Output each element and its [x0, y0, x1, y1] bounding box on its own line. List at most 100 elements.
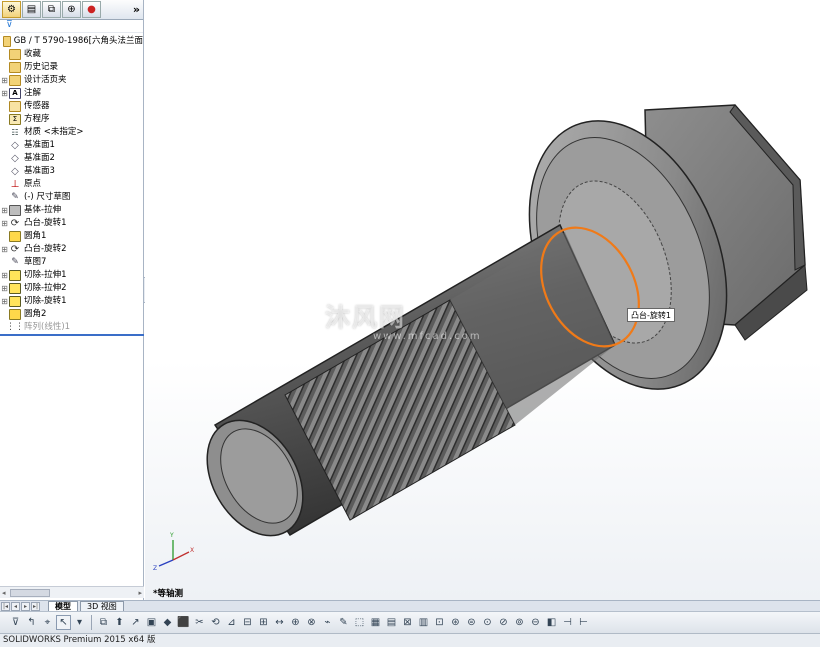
feature-manager-tab[interactable]: ⚙ [2, 1, 21, 18]
tree-filter[interactable]: ⊽ [0, 20, 143, 33]
rollback-bar[interactable] [0, 334, 144, 336]
configuration-manager-tab[interactable]: ⧉ [42, 1, 61, 18]
tree-item[interactable]: ◇ 基准面1 [0, 139, 143, 152]
toolbar-button[interactable]: ▾ [72, 615, 87, 630]
toolbar-button[interactable]: ⊕ [288, 615, 303, 630]
toolbar-button[interactable]: ⊟ [240, 615, 255, 630]
pattern-icon: ⋮⋮ [6, 322, 24, 332]
tree-item[interactable]: ⊞ 切除-拉伸1 [0, 269, 143, 282]
expand-icon[interactable]: ⊞ [0, 87, 9, 100]
toolbar-button[interactable]: ⊘ [496, 615, 511, 630]
tree-item[interactable]: Σ 方程序 [0, 113, 143, 126]
toolbar-button[interactable]: ⟲ [208, 615, 223, 630]
tree-item[interactable]: ⊞ 切除-拉伸2 [0, 282, 143, 295]
scroll-left-icon[interactable]: ◂ [2, 589, 6, 597]
scroll-thumb[interactable] [10, 589, 50, 597]
tree-item[interactable]: ⊥ 原点 [0, 178, 143, 191]
tree-item[interactable]: ◇ 基准面2 [0, 152, 143, 165]
first-tab-icon[interactable]: |◂ [1, 601, 10, 611]
toolbar-button[interactable]: ⊜ [464, 615, 479, 630]
tree-item[interactable]: ⊞ 切除-旋转1 [0, 295, 143, 308]
sketch-icon: ✎ [11, 192, 19, 202]
panel-horizontal-scrollbar[interactable]: ◂ ▸ [0, 586, 144, 598]
last-tab-icon[interactable]: ▸| [31, 601, 40, 611]
tree-item[interactable]: ⊞ A 注解 [0, 87, 143, 100]
toolbar-button[interactable]: ▤ [384, 615, 399, 630]
toolbar-button[interactable]: ✂ [192, 615, 207, 630]
tree-item[interactable]: ⋮⋮ 阵列(线性)1 [0, 321, 143, 334]
tree-item-label: 原点 [24, 179, 42, 189]
toolbar-button[interactable]: ⊛ [448, 615, 463, 630]
toolbar-button[interactable]: ⊡ [432, 615, 447, 630]
toolbar-button[interactable]: ⌁ [320, 615, 335, 630]
graphics-viewport[interactable]: Y X Z 沐风网 www.mfcad.com 凸台-旋转1 *等轴测 [145, 0, 820, 600]
toolbar-button[interactable]: ⬚ [352, 615, 367, 630]
tree-root-part[interactable]: GB / T 5790-1986[六角头法兰面 [0, 35, 143, 48]
toolbar-button[interactable]: ⬆ [112, 615, 127, 630]
tree-item[interactable]: ⊞ ⟳ 凸台-旋转1 [0, 217, 143, 230]
tree-item[interactable]: ⊞ 基体-拉伸 [0, 204, 143, 217]
tree-item[interactable]: 历史记录 [0, 61, 143, 74]
plane-icon: ◇ [11, 153, 19, 164]
toolbar-button[interactable]: ↰ [24, 615, 39, 630]
tree-item[interactable]: ✎ (-) 尺寸草图 [0, 191, 143, 204]
expand-icon[interactable]: ⊞ [0, 74, 9, 87]
tree-root-label: GB / T 5790-1986[六角头法兰面 [13, 36, 143, 46]
expand-icon[interactable]: ⊞ [0, 282, 9, 295]
tree-item[interactable]: 收藏 [0, 48, 143, 61]
toolbar-button[interactable]: ◆ [160, 615, 175, 630]
toolbar-button[interactable]: ⊽ [8, 615, 23, 630]
tree-item[interactable]: 传感器 [0, 100, 143, 113]
expand-icon[interactable]: ⊞ [0, 204, 9, 217]
toolbar-button[interactable]: ⊠ [400, 615, 415, 630]
tree-item[interactable]: ☷ 材质 <未指定> [0, 126, 143, 139]
toolbar-button[interactable]: ⧉ [96, 615, 111, 630]
tab-model[interactable]: 模型 [48, 600, 78, 612]
toolbar-button[interactable]: ↗ [128, 615, 143, 630]
toolbar-button[interactable]: ▥ [416, 615, 431, 630]
tree-item[interactable]: 圆角1 [0, 230, 143, 243]
tree-item[interactable]: ⊞ ⟳ 凸台-旋转2 [0, 243, 143, 256]
panel-expand-icon[interactable]: » [133, 3, 140, 16]
tree-item-label: 切除-旋转1 [24, 296, 67, 306]
expand-icon[interactable]: ⊞ [0, 217, 9, 230]
tree-item-label: 圆角1 [24, 231, 47, 241]
expand-icon[interactable]: ⊞ [0, 295, 9, 308]
triad-x-label: X [190, 547, 194, 554]
tree-item-label: 草图7 [24, 257, 47, 267]
scroll-right-icon[interactable]: ▸ [138, 589, 142, 597]
toolbar-button[interactable]: ⊞ [256, 615, 271, 630]
toolbar-button[interactable]: ◧ [544, 615, 559, 630]
toolbar-button[interactable]: ⊚ [512, 615, 527, 630]
dimxpert-manager-tab[interactable]: ⊕ [62, 1, 81, 18]
toolbar-button[interactable]: ⊗ [304, 615, 319, 630]
toolbar-button[interactable]: ⊙ [480, 615, 495, 630]
tree-item[interactable]: ⊞ 设计活页夹 [0, 74, 143, 87]
property-manager-tab[interactable]: ▤ [22, 1, 41, 18]
toolbar-button[interactable]: ⬛ [176, 615, 191, 630]
tree-item[interactable]: ✎ 草图7 [0, 256, 143, 269]
tree-item[interactable]: ◇ 基准面3 [0, 165, 143, 178]
toolbar-button[interactable]: ⊖ [528, 615, 543, 630]
toolbar-button[interactable]: ✎ [336, 615, 351, 630]
toolbar-button[interactable]: ▦ [368, 615, 383, 630]
expand-icon[interactable]: ⊞ [0, 243, 9, 256]
display-manager-tab[interactable]: ● [82, 1, 101, 18]
toolbar-button[interactable]: ⊿ [224, 615, 239, 630]
toolbar-button[interactable]: ⌖ [40, 615, 55, 630]
tab-3d-view[interactable]: 3D 视图 [80, 600, 124, 612]
toolbar-button[interactable]: ↖ [56, 615, 71, 630]
feature-manager-icon: ⚙ [7, 4, 16, 15]
next-tab-icon[interactable]: ▸ [21, 601, 30, 611]
toolbar-button[interactable]: ⊢ [576, 615, 591, 630]
watermark-brand: 沐风网 [325, 303, 407, 332]
toolbar-button[interactable]: ⊣ [560, 615, 575, 630]
expand-icon[interactable]: ⊞ [0, 269, 9, 282]
fillet-icon [9, 231, 21, 242]
tree-item[interactable]: 圆角2 [0, 308, 143, 321]
fillet-icon [9, 309, 21, 320]
prev-tab-icon[interactable]: ◂ [11, 601, 20, 611]
tree-item-label: 方程序 [24, 114, 50, 124]
toolbar-button[interactable]: ▣ [144, 615, 159, 630]
toolbar-button[interactable]: ↔ [272, 615, 287, 630]
